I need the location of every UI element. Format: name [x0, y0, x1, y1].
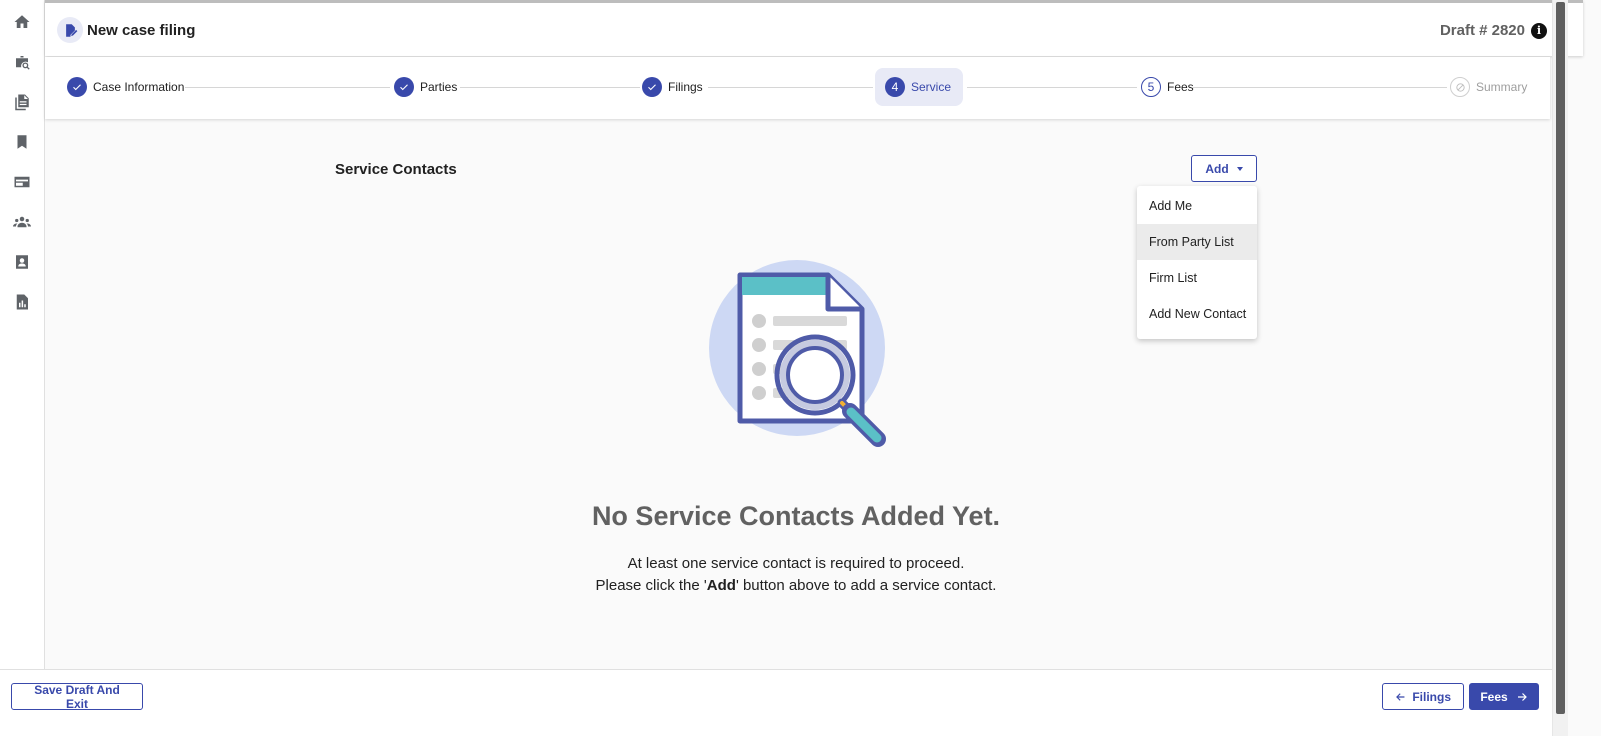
- step-number: 5: [1141, 77, 1161, 97]
- step-label: Case Information: [93, 80, 185, 94]
- section-title: Service Contacts: [335, 161, 457, 178]
- briefcase-search-icon[interactable]: [12, 52, 32, 72]
- menu-item-firm-list[interactable]: Firm List: [1137, 260, 1257, 296]
- report-icon[interactable]: [12, 292, 32, 312]
- menu-item-add-me[interactable]: Add Me: [1137, 188, 1257, 224]
- add-menu: Add Me From Party List Firm List Add New…: [1137, 186, 1257, 339]
- scrollbar-thumb[interactable]: [1556, 2, 1565, 714]
- check-icon: [642, 77, 662, 97]
- empty-state-message: At least one service contact is required…: [0, 553, 1592, 597]
- step-parties[interactable]: Parties: [394, 77, 457, 97]
- top-header: New case filing Draft # 2820 i: [45, 0, 1583, 56]
- caret-down-icon: [1236, 166, 1243, 171]
- empty-state-line-1: At least one service contact is required…: [627, 555, 965, 572]
- add-button-label: Add: [1205, 161, 1229, 176]
- step-label: Parties: [420, 80, 458, 94]
- draft-number: Draft # 2820: [1439, 22, 1525, 39]
- arrow-right-icon: [1517, 692, 1527, 701]
- check-icon: [394, 77, 414, 97]
- next-button[interactable]: Fees: [1469, 683, 1539, 710]
- save-draft-button[interactable]: Save Draft And Exit: [11, 682, 143, 711]
- empty-state-title: No Service Contacts Added Yet.: [591, 501, 1001, 531]
- step-label: Fees: [1167, 80, 1194, 94]
- menu-item-from-party-list[interactable]: From Party List: [1137, 224, 1257, 260]
- documents-icon[interactable]: [12, 92, 32, 112]
- menu-item-add-new-contact[interactable]: Add New Contact: [1137, 296, 1257, 332]
- add-button[interactable]: Add: [1191, 155, 1257, 182]
- step-service[interactable]: 4 Service: [875, 68, 964, 106]
- save-draft-label: Save Draft And Exit: [34, 682, 120, 711]
- page-title: New case filing: [87, 22, 196, 39]
- check-icon: [67, 77, 87, 97]
- step-summary: Summary: [1450, 77, 1527, 97]
- step-connector: [708, 87, 873, 88]
- edit-document-icon: [57, 17, 83, 43]
- step-connector: [185, 87, 390, 88]
- step-label: Summary: [1476, 80, 1528, 94]
- step-connector: [1193, 87, 1447, 88]
- step-fees[interactable]: 5 Fees: [1141, 77, 1194, 97]
- info-icon[interactable]: i: [1531, 23, 1547, 39]
- step-connector: [460, 87, 640, 88]
- empty-search-illustration: [709, 260, 886, 447]
- back-label: Filings: [1412, 689, 1451, 704]
- step-case-information[interactable]: Case Information: [67, 77, 184, 97]
- home-icon[interactable]: [12, 12, 32, 32]
- line2-emphasis: Add: [706, 577, 736, 594]
- step-connector: [967, 87, 1137, 88]
- line2-prefix: Please click the ': [595, 577, 707, 594]
- footer-bar: Save Draft And Exit Filings Fees: [0, 669, 1552, 736]
- card-icon[interactable]: [12, 172, 32, 192]
- arrow-left-icon: [1396, 692, 1405, 701]
- step-label: Filings: [668, 80, 703, 94]
- next-label: Fees: [1480, 689, 1508, 704]
- step-label: Service: [911, 80, 952, 94]
- bookmark-icon[interactable]: [12, 132, 32, 152]
- block-icon: [1450, 77, 1470, 97]
- contact-card-icon[interactable]: [12, 252, 32, 272]
- filing-stepper: Case Information Parties Filings 4 Servi…: [45, 57, 1550, 119]
- nav-rail: [0, 0, 45, 736]
- step-filings[interactable]: Filings: [642, 77, 703, 97]
- line2-suffix: ' button above to add a service contact.: [735, 577, 997, 594]
- step-number: 4: [885, 77, 905, 97]
- page-scrollbar[interactable]: [1552, 0, 1568, 736]
- people-icon[interactable]: [12, 212, 32, 232]
- back-button[interactable]: Filings: [1382, 683, 1464, 710]
- empty-state-line-2: Please click the 'Add' button above to a…: [0, 575, 1592, 597]
